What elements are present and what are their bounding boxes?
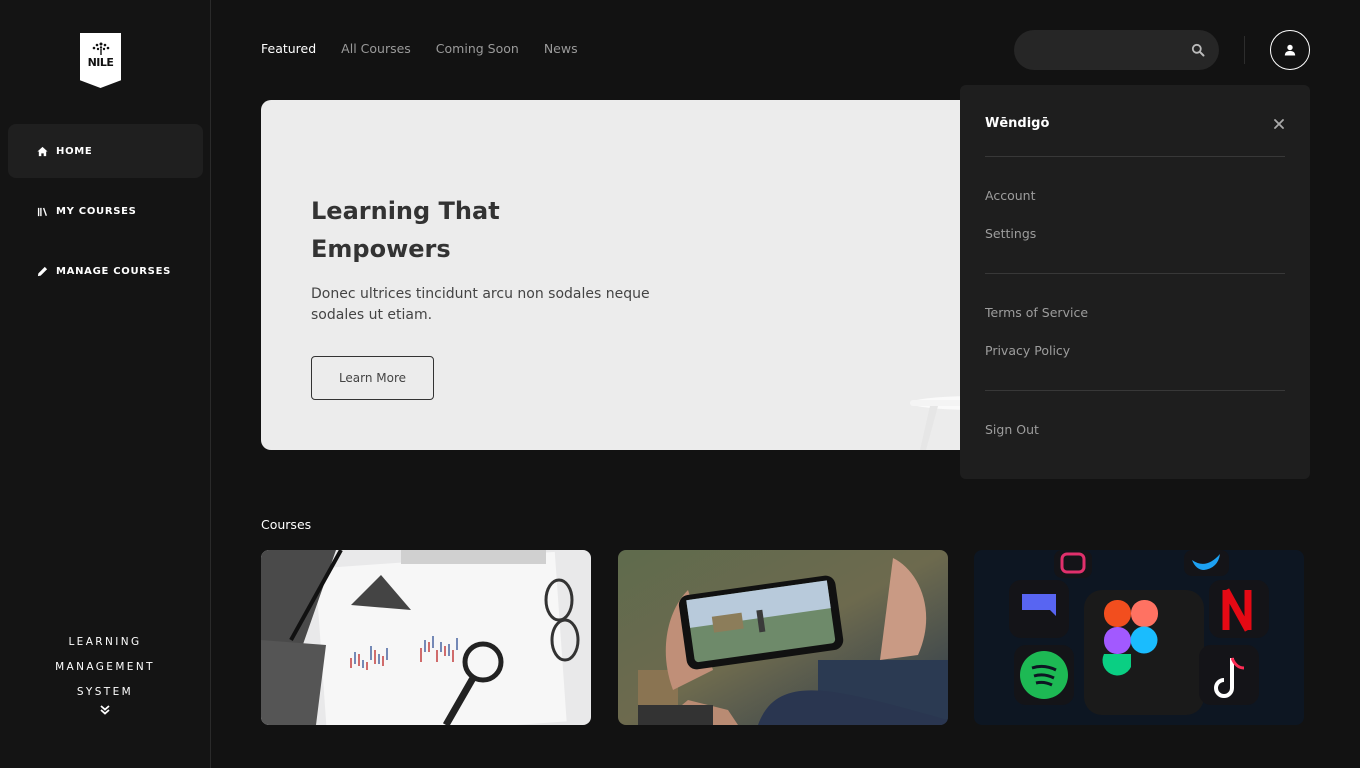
menu-item-privacy[interactable]: Privacy Policy: [985, 343, 1070, 358]
menu-divider: [985, 273, 1285, 274]
courses-title: Courses: [261, 517, 312, 532]
search-icon[interactable]: [1191, 43, 1205, 57]
footer-line: LEARNING: [68, 636, 142, 648]
menu-item-account[interactable]: Account: [985, 188, 1035, 203]
finance-chart-image: [261, 550, 591, 725]
sidebar-item-home[interactable]: HOME: [8, 124, 203, 178]
hero-subtitle: Donec ultrices tincidunt arcu non sodale…: [311, 286, 650, 323]
user-avatar-button[interactable]: [1270, 30, 1310, 70]
course-card[interactable]: [618, 550, 948, 725]
mobile-gaming-image: [618, 550, 948, 725]
hero-title: Learning That Empowers: [311, 192, 611, 268]
footer-line: MANAGEMENT: [55, 661, 155, 673]
learn-more-button[interactable]: Learn More: [311, 356, 434, 400]
user-menu: Wēndigō Account Settings Terms of Servic…: [960, 85, 1310, 479]
search-input[interactable]: [1014, 30, 1219, 70]
menu-divider: [985, 390, 1285, 391]
sidebar-item-manage-courses[interactable]: MANAGE COURSES: [8, 244, 203, 298]
sidebar-item-label: MY COURSES: [56, 205, 137, 217]
tab-news[interactable]: News: [544, 41, 578, 56]
hero-title-line: Learning That: [311, 197, 500, 225]
menu-item-sign-out[interactable]: Sign Out: [985, 422, 1039, 437]
logo-text: NILE: [87, 56, 114, 69]
course-card[interactable]: [974, 550, 1304, 725]
sidebar: NILE HOME MY COURSES MANAGE COURSES LEAR…: [0, 0, 211, 768]
course-card[interactable]: [261, 550, 591, 725]
menu-item-settings[interactable]: Settings: [985, 226, 1036, 241]
tab-all-courses[interactable]: All Courses: [341, 41, 411, 56]
search-box: [1014, 30, 1219, 70]
chevrons-down-icon[interactable]: [0, 705, 210, 715]
menu-username: Wēndigō: [985, 116, 1050, 131]
home-icon: [36, 145, 48, 157]
user-icon: [1284, 44, 1296, 56]
header-divider: [1244, 36, 1245, 64]
tab-coming-soon[interactable]: Coming Soon: [436, 41, 519, 56]
tab-featured[interactable]: Featured: [261, 41, 316, 56]
tree-icon: [92, 42, 109, 55]
social-apps-image: [974, 550, 1304, 725]
pencil-icon: [36, 265, 48, 277]
footer-line: SYSTEM: [76, 686, 134, 698]
top-nav: Featured All Courses Coming Soon News: [261, 41, 578, 56]
sidebar-item-label: MANAGE COURSES: [56, 265, 172, 277]
close-icon[interactable]: [1273, 118, 1285, 130]
menu-item-terms[interactable]: Terms of Service: [985, 305, 1088, 320]
sidebar-item-my-courses[interactable]: MY COURSES: [8, 184, 203, 238]
hero-title-line: Empowers: [311, 235, 451, 263]
sidebar-item-label: HOME: [56, 145, 93, 157]
sidebar-footer: LEARNING MANAGEMENT SYSTEM: [0, 630, 210, 715]
books-icon: [36, 205, 48, 217]
menu-divider: [985, 156, 1285, 157]
nile-logo[interactable]: NILE: [80, 33, 121, 88]
